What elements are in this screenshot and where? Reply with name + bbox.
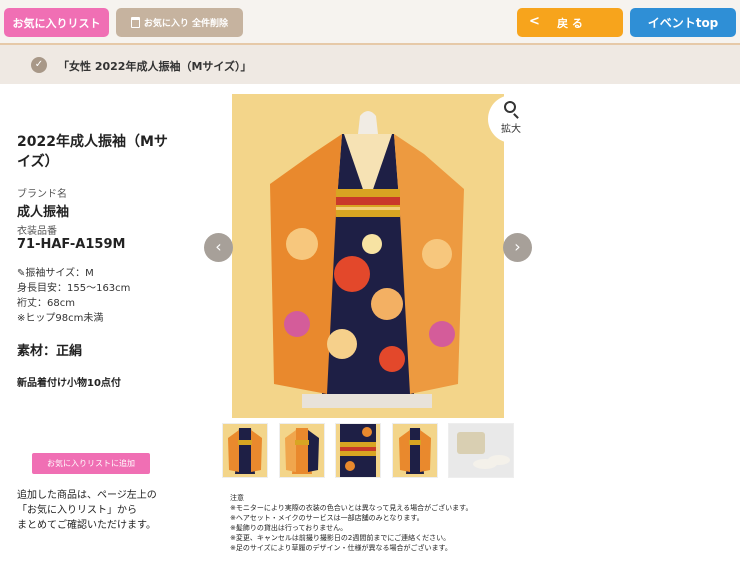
favorites-note: 追加した商品は、ページ左上の 「お気に入りリスト」から まとめてご確認いただけま… xyxy=(17,488,157,533)
brand-label: ブランド名 xyxy=(17,189,67,200)
thumbnail-5[interactable] xyxy=(448,423,514,478)
notes-heading: 注意 xyxy=(230,494,244,502)
thumbnail-2[interactable] xyxy=(279,423,325,478)
note-line: ※変更、キャンセルは前撮り撮影日の2週間前までにご連絡ください。 xyxy=(230,534,451,542)
thumbnail-1[interactable] xyxy=(222,423,268,478)
note-line: ※足のサイズにより草履のデザイン・仕様が異なる場合がございます。 xyxy=(230,544,452,552)
main-product-image[interactable] xyxy=(232,94,504,418)
note-line: ※髪飾りの貸出は行っておりません。 xyxy=(230,524,348,532)
next-image-button[interactable]: › xyxy=(503,233,532,262)
top-bar: お気に入りリスト お気に入り 全件削除 < 戻 る イベントtop xyxy=(0,0,740,45)
add-to-favorites-button[interactable]: お気に入りリストに追加 xyxy=(32,453,150,474)
breadcrumb-text: 「女性 2022年成人振袖（Mサイズ）」 xyxy=(58,60,252,73)
clear-favorites-label: お気に入り 全件削除 xyxy=(143,19,229,29)
favorites-list-button[interactable]: お気に入りリスト xyxy=(4,8,109,37)
spec-height: 身長目安：155〜163cm xyxy=(17,283,131,294)
thumbnail-3[interactable] xyxy=(335,423,381,478)
note-line: ※モニターにより実際の衣装の色合いとは異なって見える場合がございます。 xyxy=(230,504,473,512)
material: 素材：正絹 xyxy=(17,344,83,359)
zoom-button[interactable]: 拡大 xyxy=(488,95,536,143)
favorites-note-line: 追加した商品は、ページ左上の xyxy=(17,490,157,501)
notes: 注意 ※モニターにより実際の衣装の色合いとは異なって見える場合がございます。 ※… xyxy=(230,493,472,553)
back-button[interactable]: < 戻 る xyxy=(517,8,623,37)
spec-sleeve: 裄丈：68cm xyxy=(17,298,75,309)
breadcrumb: ✓ 「女性 2022年成人振袖（Mサイズ）」 xyxy=(0,47,740,84)
chevron-left-icon: < xyxy=(529,14,540,29)
back-label: 戻 る xyxy=(557,16,583,30)
spec-size: ✎振袖サイズ：M xyxy=(17,268,94,279)
thumbnail-4[interactable] xyxy=(392,423,438,478)
brand-name: 成人振袖 xyxy=(17,205,70,220)
event-top-button[interactable]: イベントtop xyxy=(630,8,736,37)
included-items: 新品着付け小物10点付 xyxy=(17,378,121,389)
prev-image-button[interactable]: ‹ xyxy=(204,233,233,262)
clear-favorites-button[interactable]: お気に入り 全件削除 xyxy=(116,8,243,37)
zoom-label: 拡大 xyxy=(501,124,521,135)
spec-hip: ※ヒップ98cm未満 xyxy=(17,313,104,324)
check-icon: ✓ xyxy=(31,57,47,73)
code-label: 衣装品番 xyxy=(17,226,57,237)
favorites-note-line: まとめてご確認いただけます。 xyxy=(17,520,156,531)
kimono-illustration xyxy=(270,111,464,408)
product-detail: 2022年成人振袖（Mサイズ） ブランド名 成人振袖 衣装品番 71-HAF-A… xyxy=(0,84,740,565)
note-line: ※ヘアセット・メイクのサービスは一部店舗のみとなります。 xyxy=(230,514,424,522)
trash-icon xyxy=(130,17,140,28)
search-icon xyxy=(504,101,516,113)
product-title: 2022年成人振袖（Mサイズ） xyxy=(17,134,168,170)
product-code: 71-HAF-A159M xyxy=(17,237,126,252)
favorites-note-line: 「お気に入りリスト」から xyxy=(17,505,137,516)
